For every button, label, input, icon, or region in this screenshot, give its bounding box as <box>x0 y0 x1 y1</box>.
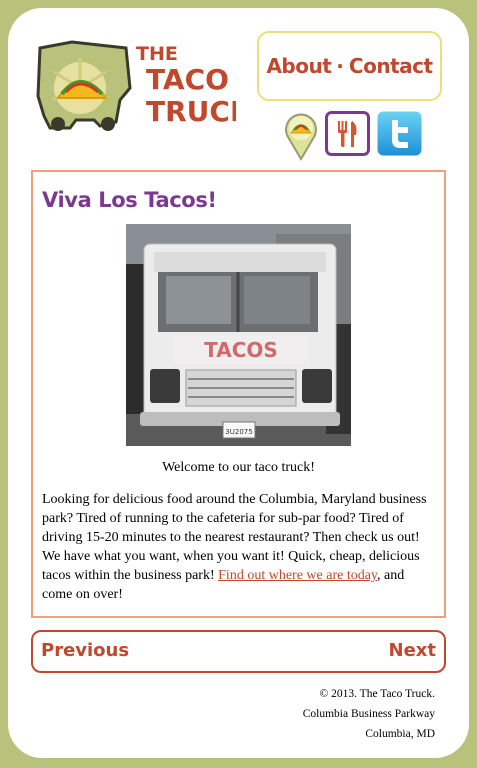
intro-paragraph: Looking for delicious food around the Co… <box>42 490 434 604</box>
logo-text-truck: TRUCK <box>146 95 236 128</box>
nav-about-link[interactable]: About <box>266 54 331 78</box>
next-link[interactable]: Next <box>389 640 437 661</box>
twitter-icon[interactable] <box>377 111 422 156</box>
find-location-link[interactable]: Find out where we are today <box>218 568 377 583</box>
social-icons <box>284 111 422 161</box>
footer-street: Columbia Business Parkway <box>302 708 435 720</box>
nav-separator: · <box>336 54 344 78</box>
content-panel: Viva Los Tacos! TACOS 3U2075 Welcome to … <box>31 170 446 618</box>
license-plate: 3U2075 <box>225 428 252 436</box>
truck-sign: TACOS <box>204 338 278 362</box>
footer: © 2013. The Taco Truck. Columbia Busines… <box>303 684 435 744</box>
fork-knife-icon[interactable] <box>325 111 370 156</box>
taco-truck-photo: TACOS 3U2075 <box>126 224 351 446</box>
location-taco-icon[interactable] <box>284 111 318 161</box>
nav-contact-link[interactable]: Contact <box>349 54 433 78</box>
truck-silhouette-icon <box>36 40 132 131</box>
previous-link[interactable]: Previous <box>41 640 129 661</box>
page-card: THE TACO TRUCK About · Contact <box>8 8 469 758</box>
page-title: Viva Los Tacos! <box>42 188 217 212</box>
footer-copyright: © 2013. The Taco Truck. <box>319 688 435 700</box>
taco-truck-logo[interactable]: THE TACO TRUCK <box>36 36 236 136</box>
welcome-caption: Welcome to our taco truck! <box>162 460 315 475</box>
footer-city: Columbia, MD <box>365 728 435 740</box>
logo-text-the: THE <box>136 43 178 65</box>
pager: Previous Next <box>31 630 446 673</box>
logo-text-taco: TACO <box>146 63 229 96</box>
main-nav: About · Contact <box>257 31 442 101</box>
